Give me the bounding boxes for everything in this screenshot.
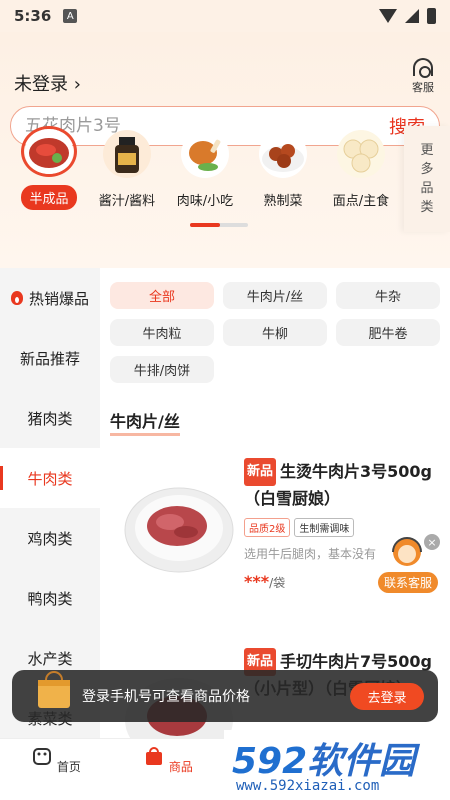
more-categories-button[interactable]: 更 多 品 类	[404, 126, 450, 232]
category-item-cooked-dishes[interactable]: 熟制菜	[244, 126, 322, 210]
login-prompt-banner: 登录手机号可查看商品价格 去登录	[12, 670, 438, 722]
signal-icon	[405, 9, 419, 23]
sidebar-item-pork[interactable]: 猪肉类	[0, 388, 100, 448]
sidebar-item-label: 新品推荐	[19, 349, 80, 368]
service-label: 客服	[412, 81, 434, 94]
chip-all[interactable]: 全部	[110, 282, 214, 309]
more-categories-char: 多	[420, 162, 434, 177]
more-categories-char: 更	[420, 143, 434, 158]
watermark-url: www.592xiazai.com	[236, 778, 380, 794]
chip-tenderloin[interactable]: 牛柳	[223, 319, 327, 346]
notification-icon: A	[63, 9, 78, 23]
shopping-bag-icon	[38, 671, 70, 708]
sidebar-item-label: 鸭肉类	[27, 589, 73, 608]
headset-icon	[413, 58, 433, 78]
home-icon	[33, 748, 52, 765]
category-label: 半成品	[21, 185, 77, 210]
product-name: 新品 生烫牛肉片3号500g（白雪厨娘）	[244, 458, 444, 512]
section-title: 牛肉片/丝	[110, 408, 180, 436]
watermark-brand: 592软件园	[232, 732, 415, 784]
category-thumb	[99, 126, 155, 182]
watermark: 592软件园 www.592xiazai.com	[224, 730, 450, 800]
price-mask: ***	[244, 572, 270, 591]
more-categories-char: 品	[420, 181, 434, 196]
tab-products[interactable]: 商品	[128, 743, 208, 775]
status-bar: 5:36 A	[0, 0, 450, 32]
prep-tag: 生制需调味	[294, 518, 355, 537]
service-button[interactable]: 客服	[408, 58, 438, 95]
category-item-staples[interactable]: 面点/主食	[322, 126, 400, 210]
sidebar-item-duck[interactable]: 鸭肉类	[0, 568, 100, 628]
login-link[interactable]: 未登录 ›	[14, 70, 81, 96]
category-item-sauces[interactable]: 酱汁/酱料	[88, 126, 166, 210]
category-thumb	[255, 126, 311, 182]
sidebar-item-label: 鸡肉类	[27, 529, 73, 548]
sidebar-item-chicken[interactable]: 鸡肉类	[0, 508, 100, 568]
close-icon[interactable]: ×	[424, 534, 440, 550]
floating-service-button[interactable]: × 联系客服	[378, 534, 440, 596]
product-image	[120, 466, 238, 584]
category-item-semi-finished[interactable]: 半成品	[10, 126, 88, 210]
category-label: 肉味/小吃	[176, 194, 234, 209]
sidebar-item-new[interactable]: 新品推荐	[0, 328, 100, 388]
watermark-text: 软件园	[307, 741, 416, 782]
tab-label: 首页	[56, 760, 81, 774]
chip-beef-cubes[interactable]: 牛肉粒	[110, 319, 214, 346]
category-item-snacks[interactable]: 肉味/小吃	[166, 126, 244, 210]
sidebar-item-label: 牛肉类	[27, 469, 73, 488]
watermark-number: 592	[232, 741, 308, 782]
go-login-button[interactable]: 去登录	[350, 683, 424, 710]
chip-beef-slices[interactable]: 牛肉片/丝	[223, 282, 327, 309]
contact-service-label: 联系客服	[378, 572, 438, 593]
sidebar-item-label: 热销爆品	[28, 289, 89, 308]
bag-icon	[146, 747, 163, 765]
category-label: 酱汁/酱料	[98, 194, 156, 209]
product-content: 全部 牛肉片/丝 牛杂 牛肉粒 牛柳 肥牛卷 牛排/肉饼 牛肉片/丝 新品 生烫牛…	[100, 268, 450, 738]
quality-tag: 品质2级	[244, 518, 291, 537]
chip-steak-patty[interactable]: 牛排/肉饼	[110, 356, 214, 383]
new-badge: 新品	[244, 458, 277, 486]
category-scroll-indicator	[190, 223, 248, 227]
tab-home[interactable]: 首页	[16, 743, 96, 775]
sidebar-item-hot[interactable]: 热销爆品	[0, 268, 100, 328]
chip-offal[interactable]: 牛杂	[336, 282, 440, 309]
battery-icon	[427, 8, 436, 24]
chip-beef-rolls[interactable]: 肥牛卷	[336, 319, 440, 346]
more-categories-char: 类	[420, 200, 434, 215]
category-thumb	[333, 126, 389, 182]
price-unit: /袋	[269, 576, 286, 590]
scroll-indicator-thumb	[190, 223, 220, 227]
subcategory-chips: 全部 牛肉片/丝 牛杂 牛肉粒 牛柳 肥牛卷 牛排/肉饼	[110, 282, 440, 383]
status-time: 5:36	[14, 7, 52, 25]
category-thumb	[177, 126, 233, 182]
login-prompt-text: 登录手机号可查看商品价格	[82, 689, 250, 705]
category-strip: 半成品 酱汁/酱料 肉味/小吃 熟制菜 面点/主食	[0, 126, 400, 210]
sidebar-item-label: 猪肉类	[27, 409, 73, 428]
tab-label: 商品	[168, 760, 193, 774]
flame-icon	[10, 291, 23, 305]
wifi-icon	[379, 9, 397, 23]
sidebar-item-beef[interactable]: 牛肉类	[0, 448, 100, 508]
category-label: 熟制菜	[263, 194, 303, 209]
category-label: 面点/主食	[332, 194, 390, 209]
category-thumb	[21, 126, 77, 177]
